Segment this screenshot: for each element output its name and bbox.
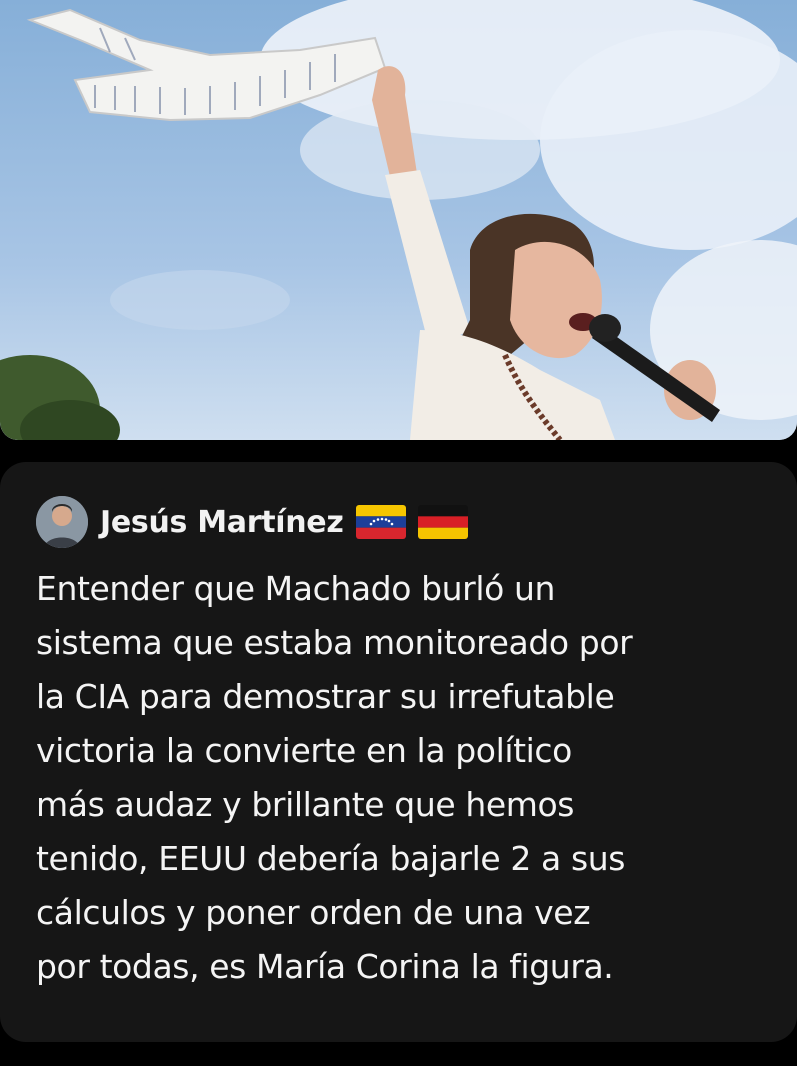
post-text-line: la CIA para demostrar su irrefutable [36,677,615,716]
venezuela-flag-icon [355,505,406,539]
avatar[interactable] [36,496,88,548]
author-name[interactable]: Jesús Martínez [100,505,344,540]
avatar-image [36,496,88,548]
post-text-line: más audaz y brillante que hemos [36,785,575,824]
post-text-line: victoria la convierte en la político [36,731,572,770]
post-text-line: tenido, EEUU debería bajarle 2 a sus [36,839,626,878]
post-text-line: Entender que Machado burló un [36,569,555,608]
post-text-line: cálculos y poner orden de una vez [36,893,591,932]
germany-flag-icon [417,505,468,539]
post-text: Entender que Machado burló un sistema qu… [36,562,771,994]
post-text-line: por todas, es María Corina la figura. [36,947,614,986]
post-photo[interactable] [0,0,797,440]
post-author-row: Jesús Martínez [36,495,468,549]
post-text-line: sistema que estaba monitoreado por [36,623,633,662]
rally-photo-illustration [0,0,797,440]
